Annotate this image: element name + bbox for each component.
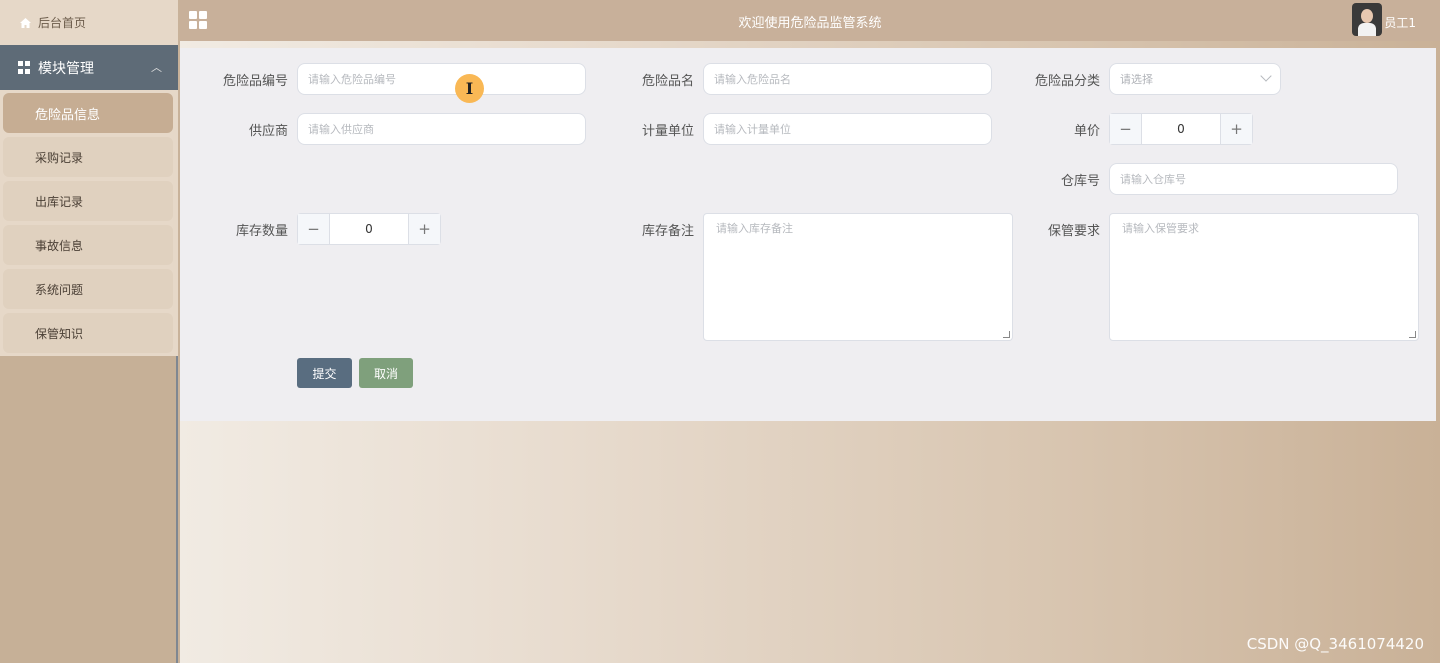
- sidebar-item-label: 事故信息: [35, 238, 84, 253]
- sidebar-item-label: 采购记录: [35, 150, 84, 165]
- price-decrease-button[interactable]: −: [1110, 114, 1142, 144]
- stock-stepper[interactable]: − 0 +: [297, 213, 441, 245]
- avatar[interactable]: [1352, 3, 1382, 36]
- price-value[interactable]: 0: [1142, 114, 1220, 144]
- warehouse-input[interactable]: [1109, 163, 1398, 195]
- sidebar-item-outbound[interactable]: 出库记录: [3, 181, 173, 221]
- watermark: CSDN @Q_3461074420: [1246, 635, 1424, 653]
- supplier-label: 供应商: [248, 124, 288, 139]
- code-input[interactable]: [297, 63, 586, 95]
- sidebar-item-accident[interactable]: 事故信息: [3, 225, 173, 265]
- sidebar-item-purchase[interactable]: 采购记录: [3, 137, 173, 177]
- cancel-button[interactable]: 取消: [359, 358, 413, 388]
- page-title: 欢迎使用危险品监管系统: [738, 16, 882, 31]
- top-header: 欢迎使用危险品监管系统 员工1: [180, 0, 1440, 41]
- sidebar-group-module[interactable]: 模块管理 ︿: [0, 45, 178, 90]
- price-stepper[interactable]: − 0 +: [1109, 113, 1253, 145]
- category-select[interactable]: 请选择: [1109, 63, 1281, 95]
- price-label: 单价: [1073, 124, 1100, 139]
- stock-label: 库存数量: [235, 224, 288, 239]
- unit-input[interactable]: [703, 113, 992, 145]
- sidebar-home[interactable]: 后台首页: [0, 0, 178, 45]
- chevron-down-icon: [1260, 70, 1272, 82]
- submit-button[interactable]: 提交: [297, 358, 352, 388]
- sidebar-item-label: 出库记录: [35, 194, 84, 209]
- stock-decrease-button[interactable]: −: [298, 214, 330, 244]
- stock-note-textarea[interactable]: 请输入库存备注: [703, 213, 1013, 341]
- home-icon: [18, 16, 32, 30]
- name-label: 危险品名: [641, 74, 694, 89]
- text-cursor-icon: I: [455, 74, 484, 103]
- sidebar-item-storage-knowledge[interactable]: 保管知识: [3, 313, 173, 353]
- stock-note-label: 库存备注: [641, 224, 694, 239]
- stock-note-placeholder: 请输入库存备注: [716, 222, 793, 235]
- grid-icon: [18, 61, 31, 74]
- sidebar-group-label: 模块管理: [38, 60, 94, 77]
- storage-req-placeholder: 请输入保管要求: [1122, 222, 1199, 235]
- sidebar-home-label: 后台首页: [38, 16, 87, 30]
- stock-increase-button[interactable]: +: [408, 214, 440, 244]
- unit-label: 计量单位: [641, 124, 694, 139]
- name-input[interactable]: [703, 63, 992, 95]
- sidebar-item-label: 保管知识: [35, 326, 84, 341]
- category-label: 危险品分类: [1034, 74, 1100, 89]
- price-increase-button[interactable]: +: [1220, 114, 1252, 144]
- sidebar-item-label: 危险品信息: [35, 107, 101, 123]
- code-label: 危险品编号: [222, 74, 288, 89]
- sidebar-item-system-issue[interactable]: 系统问题: [3, 269, 173, 309]
- sidebar-menu: 危险品信息 采购记录 出库记录 事故信息 系统问题 保管知识: [0, 90, 178, 356]
- resize-handle-icon[interactable]: [1409, 331, 1416, 338]
- user-name[interactable]: 员工1: [1384, 14, 1416, 31]
- supplier-input[interactable]: [297, 113, 586, 145]
- sidebar-item-hazmat-info[interactable]: 危险品信息: [3, 93, 173, 133]
- chevron-up-icon[interactable]: ︿: [151, 59, 162, 75]
- storage-req-textarea[interactable]: 请输入保管要求: [1109, 213, 1419, 341]
- sidebar: 后台首页 模块管理 ︿ 危险品信息 采购记录 出库记录 事故信息 系统问题 保管…: [0, 0, 178, 663]
- resize-handle-icon[interactable]: [1003, 331, 1010, 338]
- storage-req-label: 保管要求: [1047, 224, 1100, 239]
- stock-value[interactable]: 0: [330, 214, 408, 244]
- warehouse-label: 仓库号: [1060, 174, 1100, 189]
- sidebar-item-label: 系统问题: [35, 282, 84, 297]
- category-placeholder: 请选择: [1120, 73, 1153, 86]
